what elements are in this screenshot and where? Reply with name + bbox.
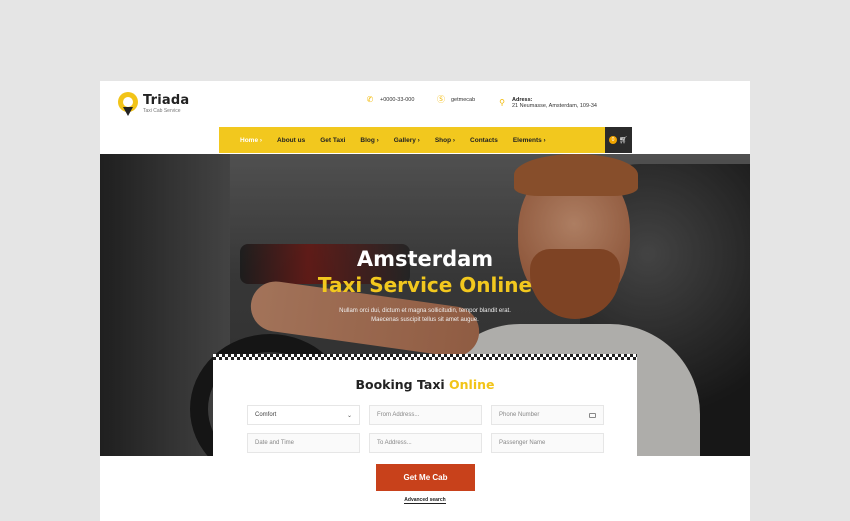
nav-about[interactable]: About us [277,137,305,144]
get-me-cab-button[interactable]: Get Me Cab [376,464,475,491]
skype-icon: Ⓢ [437,95,445,104]
phone-number: +0000-33-000 [380,97,415,103]
phone-icon: ✆ [366,95,374,104]
nav-blog[interactable]: Blog › [360,137,378,144]
passenger-name-input[interactable]: Passenger Name [491,433,604,453]
hero-text-line1: Nullam orci dui, dictum et magna sollici… [339,308,511,314]
skype-handle: getmecab [451,97,476,103]
booking-title: Booking Taxi Online [355,377,495,392]
date-time-input[interactable]: Date and Time [247,433,360,453]
logo-subtitle: Taxi Cab Service [143,108,181,114]
hero-title-line2: Taxi Service Online [317,273,533,297]
cart-button[interactable]: 0 🛒︎ [605,127,632,153]
to-address-input[interactable]: To Address... [369,433,482,453]
nav-get-taxi[interactable]: Get Taxi [320,137,345,144]
logo-title: Triada [143,93,190,108]
car-type-select[interactable]: Comfort ⌄ [247,405,360,425]
hero-description: Nullam orci dui, dictum et magna sollici… [320,307,530,325]
address-text: 21 Neumasse, Amsterdam, 109-34 [512,103,597,109]
location-icon: ⚲ [499,98,505,107]
chevron-down-icon: ⌄ [346,412,352,419]
checker-border [213,354,637,360]
nav-home[interactable]: Home › [240,137,262,144]
hero-title-line1: Amsterdam [356,247,494,271]
nav-elements[interactable]: Elements › [513,137,546,144]
main-nav: Home › About us Get Taxi Blog › Gallery … [219,127,605,153]
car-type-value: Comfort [255,412,277,418]
phone-number-input[interactable]: Phone Number [491,405,604,425]
skype-contact[interactable]: Ⓢ getmecab [437,96,475,104]
nav-contacts[interactable]: Contacts [470,137,498,144]
from-address-input[interactable]: From Address... [369,405,482,425]
nav-shop[interactable]: Shop › [435,137,455,144]
map-pin-icon [118,92,138,116]
hero-text-line2: Maecenas suscipit tellus sit amet augue. [371,317,479,323]
cart-count: 0 [609,136,618,144]
card-icon [589,412,596,418]
address-contact: ⚲ Adress: 21 Neumasse, Amsterdam, 109-34 [498,97,597,109]
site-logo[interactable]: Triada Taxi Cab Service [118,92,189,116]
cart-icon: 🛒︎ [619,137,628,144]
phone-contact[interactable]: ✆ +0000-33-000 [366,95,415,104]
nav-gallery[interactable]: Gallery › [394,137,420,144]
advanced-search-link[interactable]: Advanced search [404,497,446,504]
advanced-search-link-wrap: Advanced search [0,497,850,504]
